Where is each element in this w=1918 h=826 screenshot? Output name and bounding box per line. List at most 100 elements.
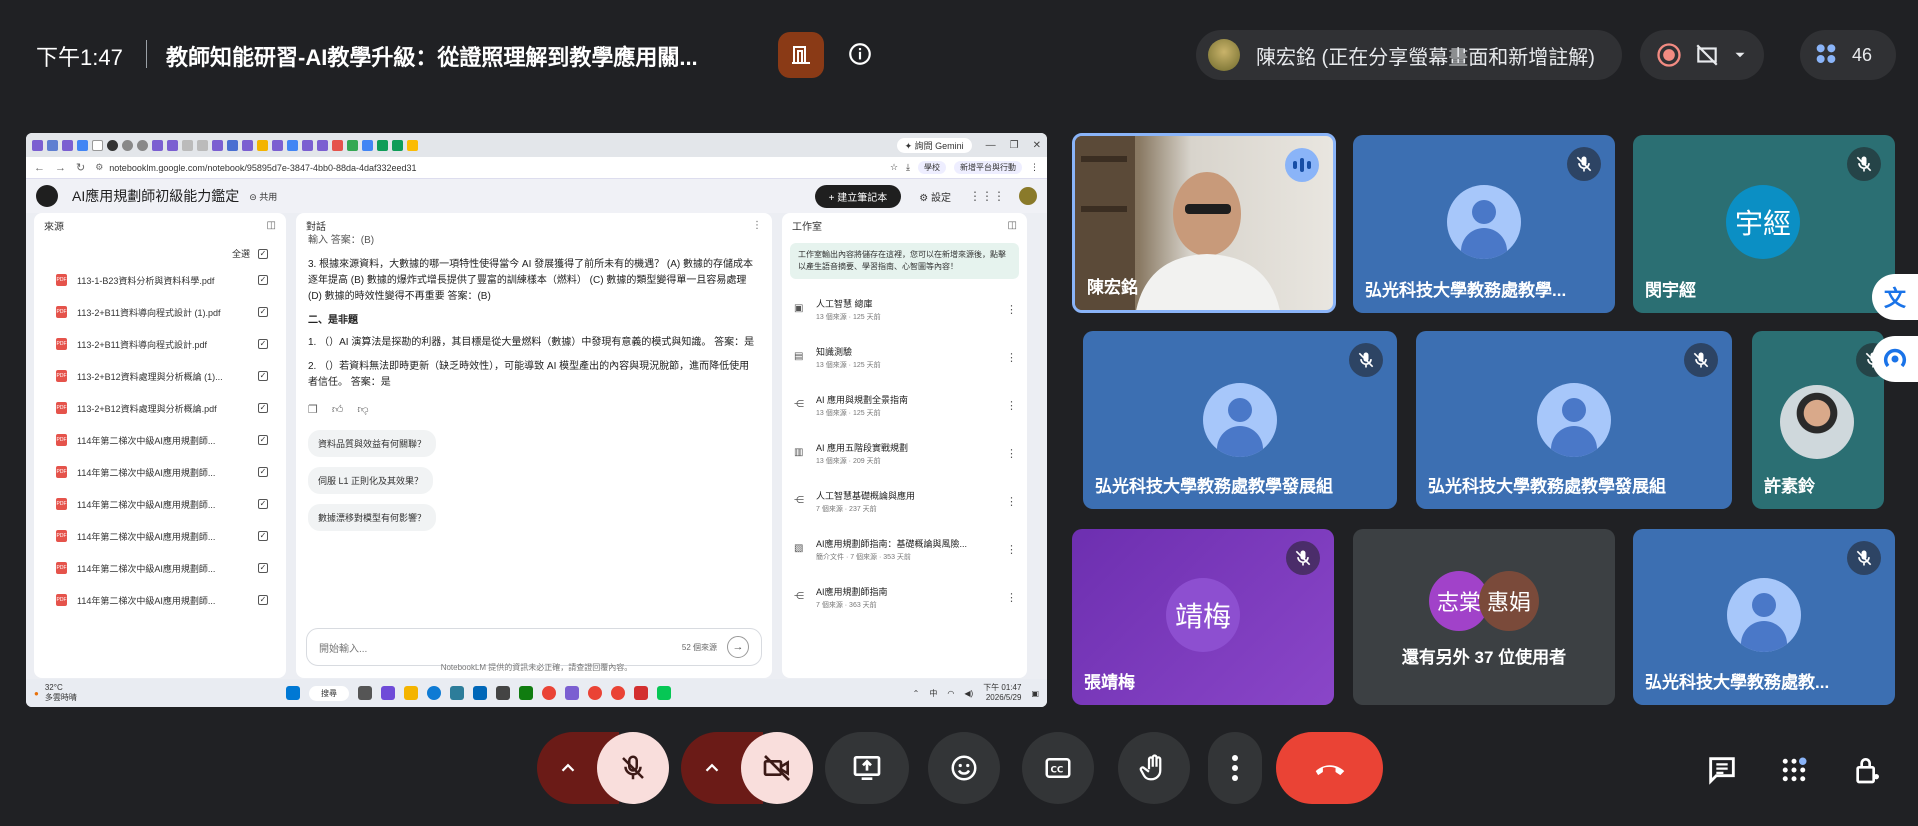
tab-icon[interactable] xyxy=(137,139,148,151)
profile-chip[interactable]: 學校 xyxy=(918,161,946,174)
checkbox-checked-icon[interactable]: ✓ xyxy=(258,403,268,413)
weather-widget[interactable]: 32°C 多雲時晴 xyxy=(45,683,77,703)
more-options-icon[interactable]: ⋮ xyxy=(1006,447,1017,460)
minimize-icon[interactable]: — xyxy=(986,140,996,151)
restore-icon[interactable]: ❐ xyxy=(1010,140,1019,151)
tab-icon[interactable] xyxy=(257,139,268,151)
create-notebook-button[interactable]: + 建立筆記本 xyxy=(814,184,902,208)
notification-icon[interactable]: ▣ xyxy=(1031,689,1039,698)
line-icon[interactable] xyxy=(657,686,671,700)
checkbox-checked-icon[interactable]: ✓ xyxy=(258,563,268,573)
reactions-button[interactable] xyxy=(928,732,1000,804)
checkbox-checked-icon[interactable]: ✓ xyxy=(258,531,268,541)
studio-item[interactable]: ⋲ AI應用規劃師指南 7 個來源 · 363 天前 ⋮ xyxy=(782,573,1027,621)
share-button[interactable]: ⊝ 共用 xyxy=(249,190,277,203)
chrome-icon[interactable] xyxy=(588,686,602,700)
source-item[interactable]: PDF 114年第二梯次中級AI應用規劃師... ✓ xyxy=(34,424,286,456)
source-item[interactable]: PDF 114年第二梯次中級AI應用規劃師... ✓ xyxy=(34,488,286,520)
participant-tile-presenter[interactable]: 陳宏銘 xyxy=(1072,133,1336,313)
outlook-icon[interactable] xyxy=(473,686,487,700)
tab-icon[interactable] xyxy=(107,139,118,151)
chrome-icon[interactable] xyxy=(611,686,625,700)
meeting-info-button[interactable] xyxy=(842,36,878,72)
browser-menu-icon[interactable]: ⋮ xyxy=(1030,162,1039,173)
suggestion-chip[interactable]: 數據漂移對模型有何影響？ xyxy=(308,504,437,531)
host-controls-button[interactable] xyxy=(1845,748,1889,792)
tab-icon[interactable] xyxy=(287,139,298,151)
taskbar-clock[interactable]: 下午 01:47 2026/5/29 xyxy=(983,683,1021,703)
tab-icon[interactable] xyxy=(377,139,388,151)
apps-grid-icon[interactable]: ⋮⋮⋮ xyxy=(969,189,1005,203)
activities-button[interactable] xyxy=(1772,748,1816,792)
source-item[interactable]: PDF 114年第二梯次中級AI應用規劃師... ✓ xyxy=(34,520,286,552)
weather-icon[interactable]: ● xyxy=(34,689,39,698)
checkbox-checked-icon[interactable]: ✓ xyxy=(258,467,268,477)
collapse-panel-icon[interactable]: ◫ xyxy=(1008,220,1017,231)
app-icon[interactable] xyxy=(565,686,579,700)
studio-item[interactable]: ▧ AI應用規劃師指南：基礎概論與風險... 簡介文件 · 7 個來源 · 353 … xyxy=(782,525,1027,573)
raise-hand-button[interactable] xyxy=(1118,732,1190,804)
extension-chip[interactable]: 新增平台與行動 xyxy=(954,161,1022,174)
more-options-icon[interactable]: ⋮ xyxy=(752,220,762,231)
source-item[interactable]: PDF 113-2+B12資料處理與分析概論.pdf ✓ xyxy=(34,392,286,424)
checkbox-checked-icon[interactable]: ✓ xyxy=(258,339,268,349)
windows-start-icon[interactable] xyxy=(286,686,300,700)
studio-item[interactable]: ⋲ AI 應用與規劃全景指南 13 個來源 · 125 天前 ⋮ xyxy=(782,381,1027,429)
recording-controls[interactable] xyxy=(1640,30,1764,80)
participant-tile[interactable]: 許素鈴 xyxy=(1752,331,1884,509)
source-item[interactable]: PDF 113-1-B23資料分析與資料科學.pdf ✓ xyxy=(34,264,286,296)
more-options-icon[interactable]: ⋮ xyxy=(1006,543,1017,556)
suggestion-chip[interactable]: 伺服 L1 正則化及其效果？ xyxy=(308,467,434,494)
tab-icon[interactable] xyxy=(197,139,208,151)
more-options-icon[interactable]: ⋮ xyxy=(1006,303,1017,316)
microphone-toggle-button[interactable] xyxy=(597,732,669,804)
gemini-button[interactable]: ✦ 詢問 Gemini xyxy=(896,137,972,153)
tab-icon[interactable] xyxy=(347,139,358,151)
more-participants-tile[interactable]: 志棠 惠娟 還有另外 37 位使用者 xyxy=(1353,529,1615,705)
account-avatar[interactable] xyxy=(1019,187,1037,205)
source-item[interactable]: PDF 113-2+B12資料處理與分析概論 (1)... ✓ xyxy=(34,360,286,392)
edge-icon[interactable] xyxy=(427,686,441,700)
select-all-row[interactable]: 全選 ✓ xyxy=(34,237,286,264)
acrobat-icon[interactable] xyxy=(634,686,648,700)
copy-icon[interactable]: ❐ xyxy=(308,403,318,416)
close-icon[interactable]: ✕ xyxy=(1033,140,1041,151)
participants-button[interactable]: 46 xyxy=(1800,30,1896,80)
wifi-icon[interactable]: ◠ xyxy=(947,689,954,698)
source-item[interactable]: PDF 114年第二梯次中級AI應用規劃師... ✓ xyxy=(34,552,286,584)
chat-button[interactable] xyxy=(1700,748,1744,792)
tab-icon-active[interactable] xyxy=(92,139,103,151)
tab-icon[interactable] xyxy=(392,139,403,151)
studio-item[interactable]: ▥ AI 應用五階段實戰規劃 13 個來源 · 209 天前 ⋮ xyxy=(782,429,1027,477)
more-options-icon[interactable]: ⋮ xyxy=(1006,591,1017,604)
tab-icon[interactable] xyxy=(242,139,253,151)
site-info-icon[interactable]: ⚙ xyxy=(95,162,103,173)
tab-icon[interactable] xyxy=(47,139,58,151)
copilot-icon[interactable] xyxy=(381,686,395,700)
more-options-icon[interactable]: ⋮ xyxy=(1006,399,1017,412)
participant-tile[interactable]: 弘光科技大學教務處教學... xyxy=(1353,135,1615,313)
source-item[interactable]: PDF 113-2+B11資料導向程式設計.pdf ✓ xyxy=(34,328,286,360)
checkbox-checked-icon[interactable]: ✓ xyxy=(258,435,268,445)
tray-expand-icon[interactable]: ⌃ xyxy=(913,689,920,698)
presenter-chip[interactable]: 陳宏銘 (正在分享螢幕畫面和新增註解) xyxy=(1196,30,1622,80)
back-icon[interactable]: ← xyxy=(34,162,45,174)
translate-button[interactable]: 文 xyxy=(1872,274,1918,320)
volume-icon[interactable]: ◀) xyxy=(964,689,973,698)
notebooklm-logo[interactable] xyxy=(36,185,58,207)
more-options-icon[interactable]: ⋮ xyxy=(1006,495,1017,508)
forward-icon[interactable]: → xyxy=(55,162,66,174)
suggestion-chip[interactable]: 資料品質與效益有何關聯？ xyxy=(308,430,437,457)
leave-call-button[interactable] xyxy=(1276,732,1383,804)
studio-item[interactable]: ⋲ 人工智慧基礎概論與應用 7 個來源 · 237 天前 ⋮ xyxy=(782,477,1027,525)
participant-tile[interactable]: 弘光科技大學教務處教... xyxy=(1633,529,1895,705)
tab-icon[interactable] xyxy=(212,139,223,151)
app-icon[interactable] xyxy=(496,686,510,700)
ime-indicator[interactable]: 中 xyxy=(929,688,937,699)
source-item[interactable]: PDF 114年第二梯次中級AI應用規劃師... ✓ xyxy=(34,584,286,616)
tab-icon[interactable] xyxy=(152,139,163,151)
extension-button[interactable] xyxy=(1872,336,1918,382)
camera-toggle-button[interactable] xyxy=(741,732,813,804)
url-field[interactable]: notebooklm.google.com/notebook/95895d7e-… xyxy=(109,163,416,173)
task-view-icon[interactable] xyxy=(358,686,372,700)
